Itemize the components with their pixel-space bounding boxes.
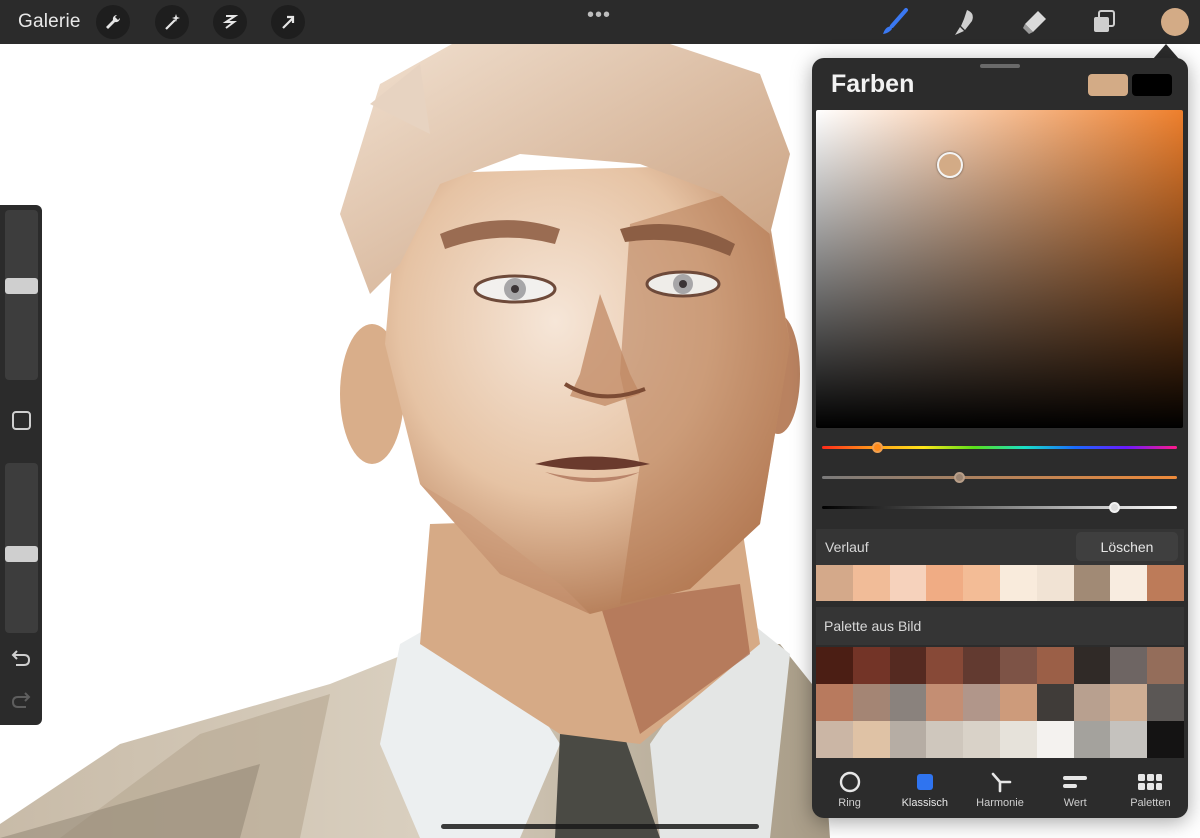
left-sidebar <box>0 205 42 725</box>
colors-panel: Farben Verlauf Löschen Palette aus Bild … <box>812 58 1188 818</box>
tab-label: Ring <box>838 797 861 809</box>
color-picker-cursor[interactable] <box>936 151 963 178</box>
palette-swatch[interactable] <box>1147 647 1184 684</box>
palette-swatch[interactable] <box>1110 721 1148 758</box>
redo-icon[interactable] <box>10 689 32 711</box>
palette-swatch[interactable] <box>816 684 853 721</box>
palette-swatch[interactable] <box>963 647 1000 684</box>
palette-swatch[interactable] <box>926 721 964 758</box>
brush-size-slider[interactable] <box>5 210 38 380</box>
saturation-brightness-picker[interactable] <box>816 110 1183 428</box>
palette-swatch[interactable] <box>1073 684 1111 721</box>
palette-label: Palette aus Bild <box>824 618 922 634</box>
palette-swatch[interactable] <box>1036 721 1074 758</box>
palette-swatch[interactable] <box>1036 647 1074 684</box>
eraser-icon[interactable] <box>1018 6 1050 38</box>
home-indicator <box>441 824 759 829</box>
secondary-color-swatch[interactable] <box>1132 74 1172 96</box>
palette-swatch[interactable] <box>889 721 927 758</box>
palette-swatch[interactable] <box>852 721 890 758</box>
history-label: Verlauf <box>825 539 869 555</box>
history-swatch[interactable] <box>852 565 890 601</box>
palette-swatch[interactable] <box>1073 647 1111 684</box>
palette-swatch[interactable] <box>889 647 927 684</box>
tab-classic[interactable]: Klassisch <box>887 762 962 818</box>
more-options-button[interactable]: ••• <box>587 4 611 27</box>
palette-swatch[interactable] <box>1110 647 1148 684</box>
tab-palettes[interactable]: Paletten <box>1113 762 1188 818</box>
brush-size-slider-thumb[interactable] <box>5 277 38 294</box>
history-swatch[interactable] <box>816 565 853 601</box>
gallery-button[interactable]: Galerie <box>18 11 81 33</box>
tab-label: Harmonie <box>976 797 1024 809</box>
palette-swatch[interactable] <box>1147 684 1184 721</box>
hue-slider-thumb[interactable] <box>871 442 883 453</box>
history-swatch[interactable] <box>926 565 964 601</box>
palette-swatch[interactable] <box>1110 684 1148 721</box>
selection-icon[interactable] <box>213 5 247 39</box>
panel-title: Farben <box>831 70 915 98</box>
palette-swatch[interactable] <box>926 684 964 721</box>
palette-swatch[interactable] <box>999 721 1037 758</box>
saturation-slider[interactable] <box>822 472 1177 483</box>
tab-ring[interactable]: Ring <box>812 762 887 818</box>
history-swatch[interactable] <box>1110 565 1148 601</box>
tab-label: Klassisch <box>901 797 949 809</box>
modify-square-icon[interactable] <box>12 411 31 430</box>
history-swatch[interactable] <box>999 565 1037 601</box>
tab-label: Paletten <box>1130 797 1171 809</box>
panel-pointer <box>1153 44 1179 59</box>
palette-swatch[interactable] <box>852 684 890 721</box>
history-swatch[interactable] <box>963 565 1000 601</box>
history-swatch[interactable] <box>1073 565 1111 601</box>
tab-harmony[interactable]: Harmonie <box>962 762 1037 818</box>
palette-swatch[interactable] <box>852 647 890 684</box>
history-swatches <box>816 565 1184 601</box>
brightness-slider[interactable] <box>822 502 1177 513</box>
harmony-icon <box>987 770 1013 794</box>
palette-swatch[interactable] <box>963 684 1000 721</box>
layers-icon[interactable] <box>1088 6 1120 38</box>
classic-square-icon <box>912 770 938 794</box>
tab-label: Wert <box>1063 797 1087 809</box>
palettes-grid-icon <box>1137 770 1163 794</box>
hue-slider[interactable] <box>822 442 1177 453</box>
brush-icon[interactable] <box>878 6 910 38</box>
palette-swatch[interactable] <box>999 647 1037 684</box>
ring-icon <box>837 770 863 794</box>
top-toolbar: Galerie ••• <box>0 0 1200 44</box>
clear-history-button[interactable]: Löschen <box>1076 532 1178 561</box>
palette-swatch[interactable] <box>816 721 853 758</box>
color-mode-tabbar: Ring Klassisch Harmonie Wert Paletten <box>812 762 1188 818</box>
palette-swatch[interactable] <box>816 647 853 684</box>
saturation-slider-thumb[interactable] <box>954 472 966 483</box>
brush-opacity-slider-thumb[interactable] <box>5 546 38 563</box>
palette-swatch[interactable] <box>889 684 927 721</box>
primary-color-swatch[interactable] <box>1088 74 1128 96</box>
panel-drag-handle[interactable] <box>980 64 1020 68</box>
history-swatch[interactable] <box>1147 565 1184 601</box>
palette-swatch[interactable] <box>999 684 1037 721</box>
history-header: Verlauf Löschen <box>816 529 1184 565</box>
palette-grid <box>816 647 1184 758</box>
transform-arrow-icon[interactable] <box>271 5 305 39</box>
value-sliders-icon <box>1062 770 1088 794</box>
palette-swatch[interactable] <box>1073 721 1111 758</box>
history-swatch[interactable] <box>1036 565 1074 601</box>
undo-icon[interactable] <box>10 647 32 669</box>
brightness-slider-thumb[interactable] <box>1109 502 1121 513</box>
tab-value[interactable]: Wert <box>1038 762 1113 818</box>
palette-swatch[interactable] <box>1147 721 1184 758</box>
palette-swatch[interactable] <box>926 647 964 684</box>
brush-opacity-slider[interactable] <box>5 463 38 633</box>
palette-swatch[interactable] <box>963 721 1000 758</box>
smudge-icon[interactable] <box>948 6 980 38</box>
palette-header: Palette aus Bild <box>816 607 1184 645</box>
magic-wand-icon[interactable] <box>155 5 189 39</box>
active-color-button[interactable] <box>1161 8 1189 36</box>
history-swatch[interactable] <box>889 565 927 601</box>
wrench-icon[interactable] <box>96 5 130 39</box>
palette-swatch[interactable] <box>1036 684 1074 721</box>
